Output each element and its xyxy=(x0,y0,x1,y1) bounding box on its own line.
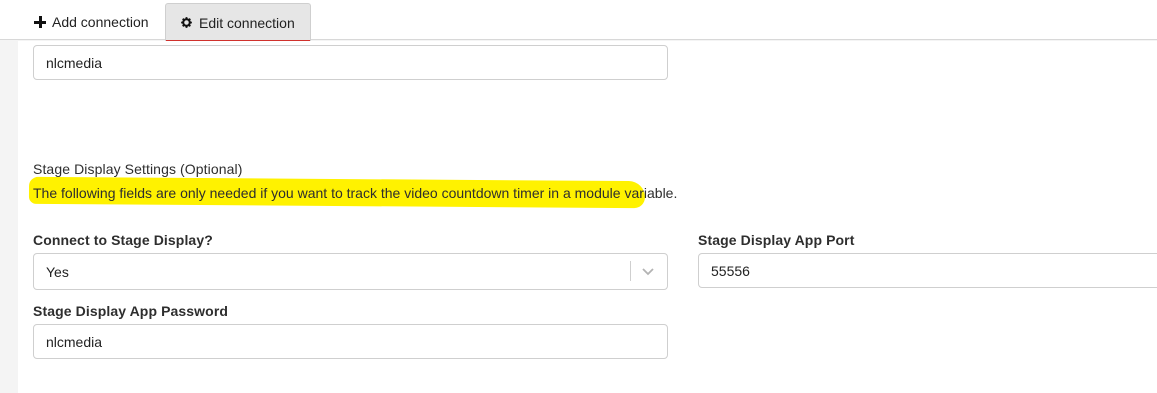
section-description-text: The following fields are only needed if … xyxy=(33,185,678,201)
stage-display-port-label: Stage Display App Port xyxy=(698,232,855,248)
tab-add-connection[interactable]: Add connection xyxy=(20,3,163,41)
connect-stage-display-select[interactable]: Yes xyxy=(33,253,668,290)
tab-edit-connection[interactable]: Edit connection xyxy=(165,3,311,42)
stage-display-password-label: Stage Display App Password xyxy=(33,303,229,319)
connection-name-value: nlcmedia xyxy=(46,54,103,71)
section-description: The following fields are only needed if … xyxy=(28,176,678,209)
select-separator xyxy=(630,261,631,281)
tab-bar: Add connection Edit connection xyxy=(0,0,1157,42)
stage-display-port-value: 55556 xyxy=(711,262,750,279)
plus-icon xyxy=(34,16,46,28)
stage-display-password-input[interactable]: nlcmedia xyxy=(33,324,668,359)
connect-stage-display-label: Connect to Stage Display? xyxy=(33,232,213,248)
stage-display-password-value: nlcmedia xyxy=(46,333,103,350)
chevron-down-icon[interactable] xyxy=(641,264,655,278)
section-title: Stage Display Settings (Optional) xyxy=(33,161,243,177)
connection-name-input[interactable]: nlcmedia xyxy=(33,45,668,80)
connect-stage-display-value: Yes xyxy=(46,263,69,280)
gear-icon xyxy=(181,17,192,28)
tab-edit-connection-label: Edit connection xyxy=(199,14,295,31)
tab-add-connection-label: Add connection xyxy=(52,14,149,30)
stage-display-port-input[interactable]: 55556 xyxy=(698,253,1157,288)
connection-form-panel: nlcmedia Stage Display Settings (Optiona… xyxy=(18,41,1157,393)
